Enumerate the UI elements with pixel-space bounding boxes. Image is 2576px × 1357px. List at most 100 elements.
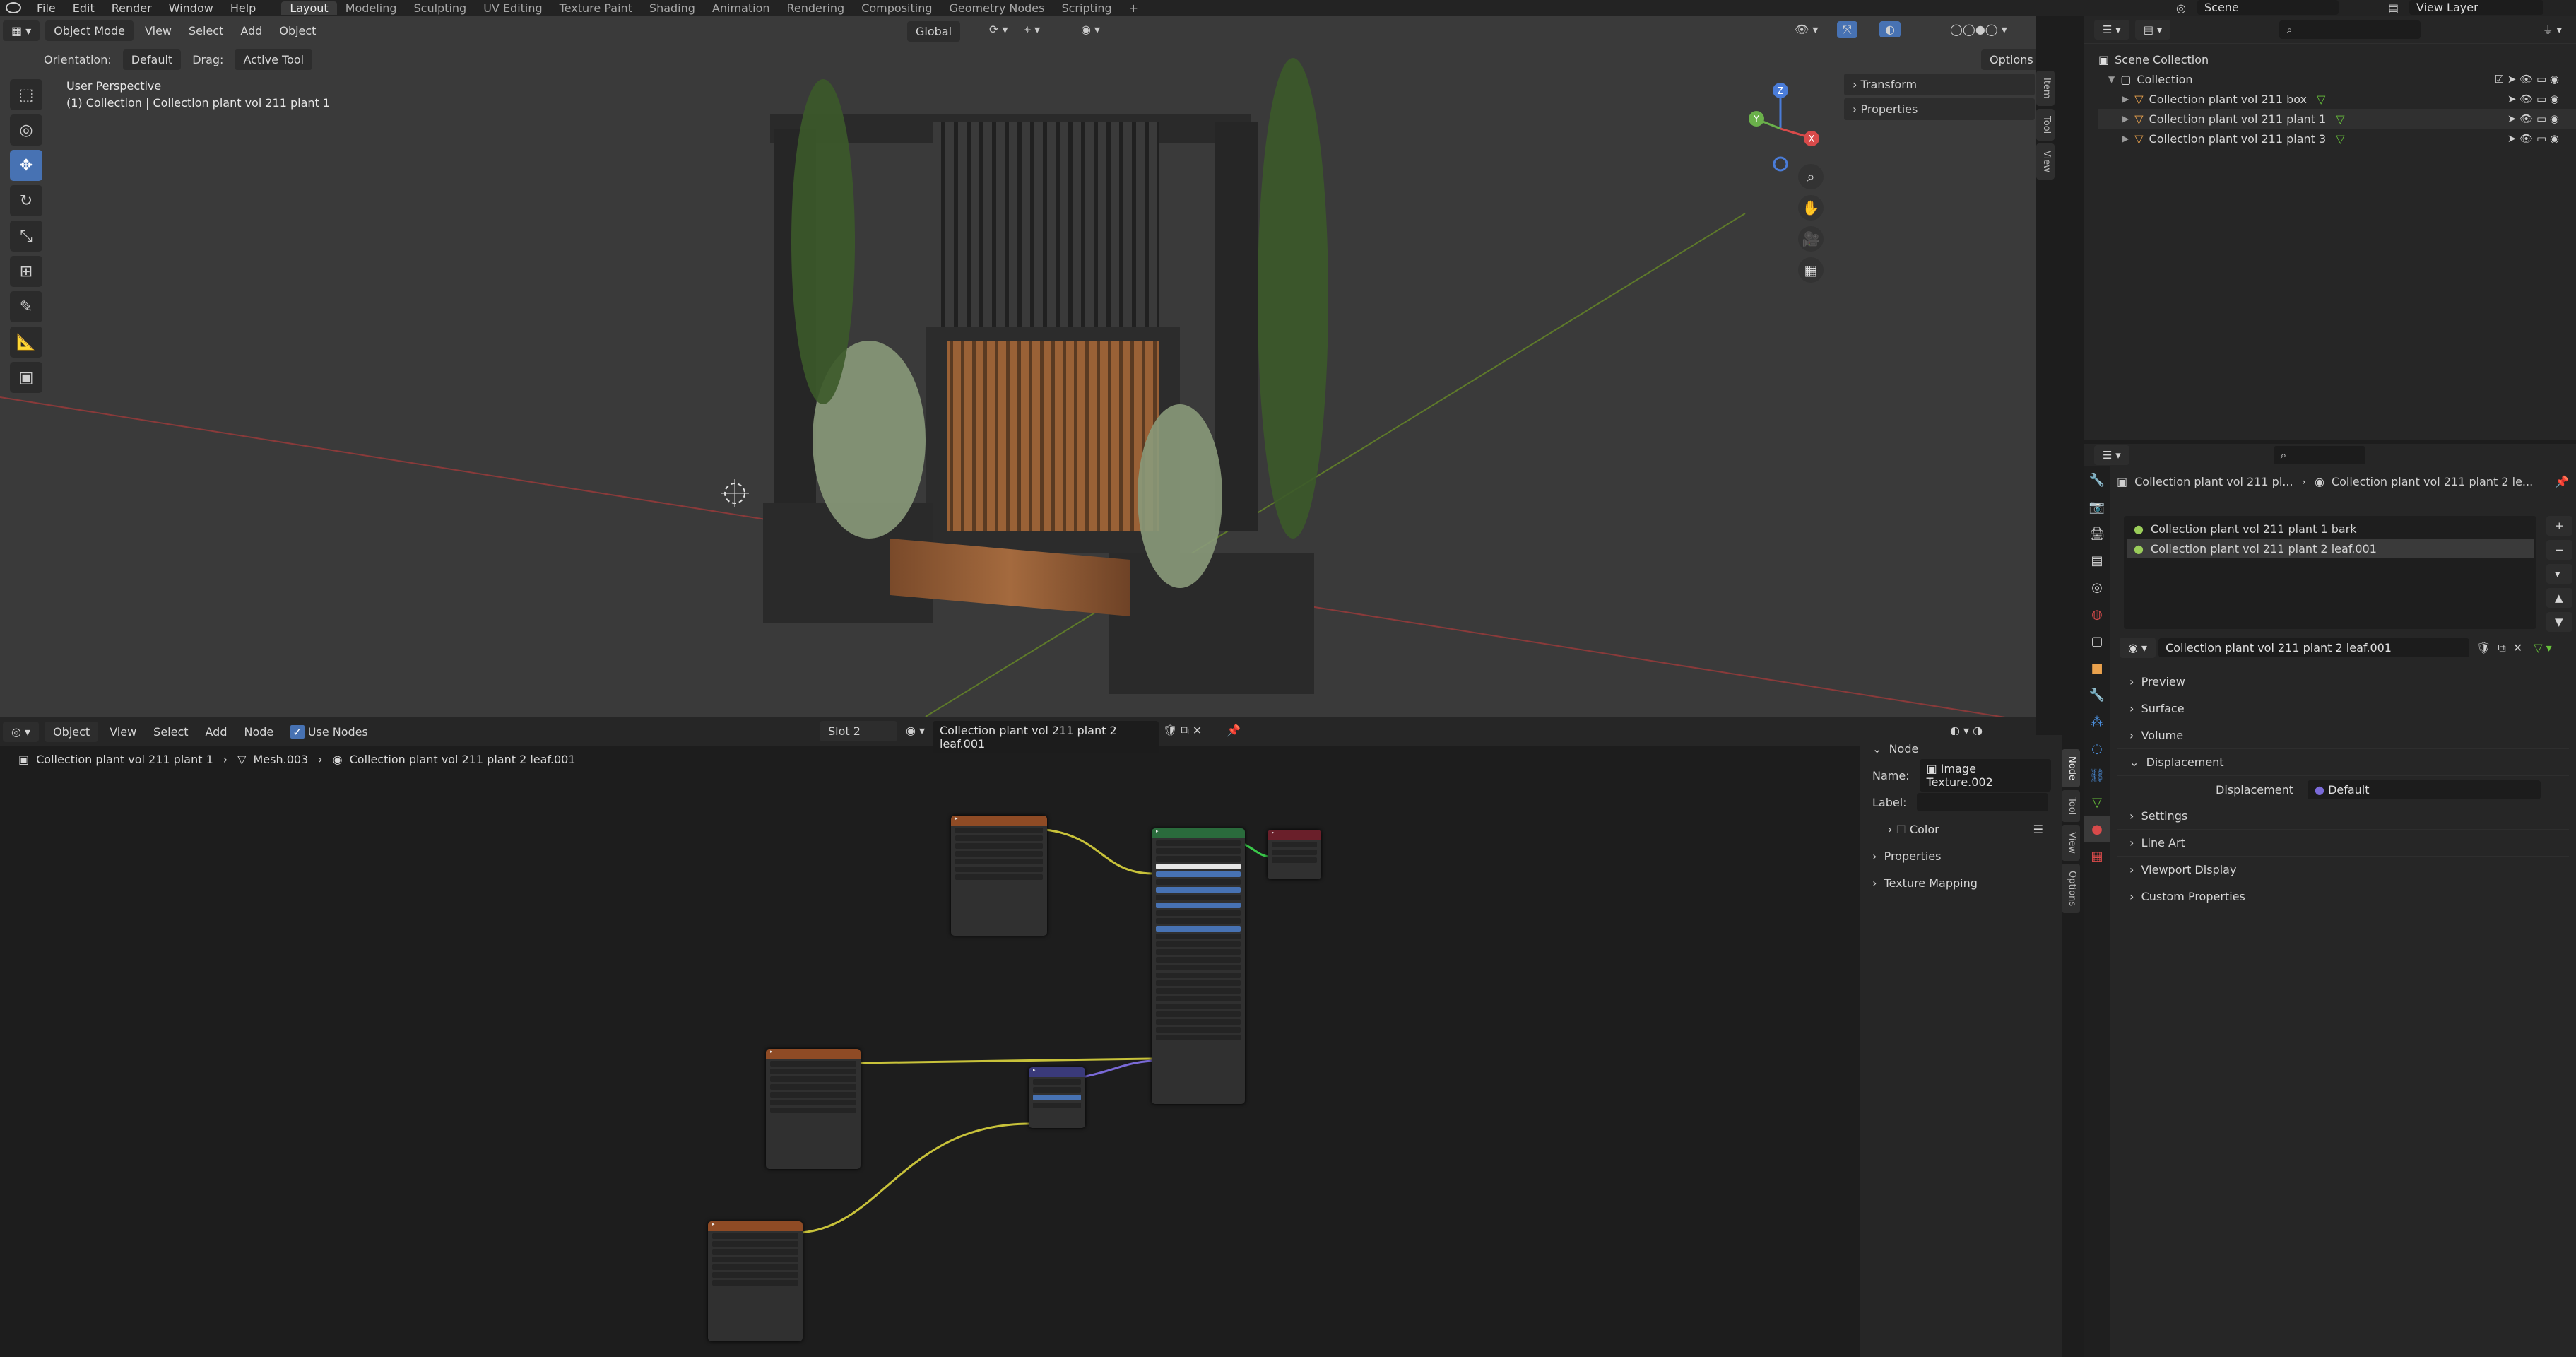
- node-tab-tool[interactable]: Tool: [2062, 789, 2080, 823]
- measure-tool-icon[interactable]: 📐: [10, 327, 42, 358]
- outliner-filter-icon[interactable]: ⏚ ▾: [2543, 22, 2576, 37]
- remove-slot-icon[interactable]: −: [2546, 540, 2572, 560]
- npanel-transform[interactable]: › Transform: [1844, 74, 2035, 95]
- viewport-menu-object[interactable]: Object: [271, 24, 324, 37]
- unlink-material-icon[interactable]: ✕: [2513, 641, 2522, 654]
- section-viewport-display[interactable]: › Viewport Display: [2117, 857, 2569, 883]
- slot-menu-icon[interactable]: ▾: [2546, 564, 2572, 584]
- tab-rendering[interactable]: Rendering: [779, 1, 853, 15]
- transform-orientation-select[interactable]: Global: [907, 21, 961, 42]
- move-down-icon[interactable]: ▼: [2546, 612, 2572, 632]
- node-tab-view[interactable]: View: [2062, 825, 2080, 862]
- color-presets-icon[interactable]: ☰: [2033, 823, 2062, 836]
- rotate-tool-icon[interactable]: ↻: [10, 185, 42, 216]
- gizmo-toggle-icon[interactable]: ⤧: [1837, 21, 1857, 38]
- viewport-menu-add[interactable]: Add: [232, 24, 271, 37]
- node-tab-node[interactable]: Node: [2062, 749, 2080, 787]
- expand-arrow-icon[interactable]: ▶: [2122, 94, 2129, 104]
- image-texture-node-2[interactable]: ▸: [766, 1049, 861, 1169]
- object-visibility-icons[interactable]: ➤ 👁 ▭ ◉: [2507, 93, 2576, 105]
- npanel-tab-view[interactable]: View: [2036, 143, 2055, 180]
- browse-material-icon[interactable]: ◉ ▾: [2120, 638, 2156, 658]
- view-layer-field[interactable]: View Layer: [2409, 0, 2543, 15]
- principled-bsdf-node[interactable]: ▸: [1152, 828, 1245, 1104]
- drag-select[interactable]: Active Tool: [235, 49, 313, 70]
- physics-tab-icon[interactable]: ◌: [2084, 735, 2110, 762]
- menu-help[interactable]: Help: [222, 1, 264, 15]
- outliner-scene-collection[interactable]: ▣ Scene Collection: [2098, 49, 2576, 69]
- tab-uv-editing[interactable]: UV Editing: [475, 1, 550, 15]
- outliner-display-mode-icon[interactable]: ▤ ▾: [2134, 19, 2171, 40]
- outliner-search-input[interactable]: ⌕: [2279, 20, 2421, 39]
- select-box-tool-icon[interactable]: ⬚: [10, 79, 42, 110]
- 3d-viewport[interactable]: ▦ ▾ Object Mode View Select Add Object G…: [0, 16, 2036, 717]
- move-up-icon[interactable]: ▲: [2546, 588, 2572, 608]
- outliner-object-box[interactable]: ▶ ▽ Collection plant vol 211 box ▽ ➤ 👁 ▭ ◉: [2098, 89, 2576, 109]
- pan-hand-icon[interactable]: ✋: [1798, 195, 1824, 221]
- orientation-select[interactable]: Default: [122, 49, 182, 70]
- render-tab-icon[interactable]: 📷: [2084, 493, 2110, 520]
- move-tool-icon[interactable]: ✥: [10, 150, 42, 181]
- material-tab-icon[interactable]: ●: [2084, 816, 2110, 842]
- tab-layout[interactable]: Layout: [281, 1, 337, 15]
- object-tab-icon[interactable]: ■: [2084, 654, 2110, 681]
- material-slot-row[interactable]: ● Collection plant vol 211 plant 1 bark: [2127, 519, 2534, 539]
- tab-modeling[interactable]: Modeling: [337, 1, 406, 15]
- section-displacement[interactable]: ⌄ Displacement: [2117, 749, 2569, 776]
- section-volume[interactable]: › Volume: [2117, 722, 2569, 749]
- npanel-tab-tool[interactable]: Tool: [2036, 108, 2055, 141]
- image-texture-node[interactable]: ▸: [951, 816, 1047, 936]
- tab-geometry-nodes[interactable]: Geometry Nodes: [941, 1, 1053, 15]
- menu-file[interactable]: File: [28, 1, 64, 15]
- data-tab-icon[interactable]: ▽: [2084, 789, 2110, 816]
- node-name-field[interactable]: ▣ Image Texture.002: [1919, 759, 2051, 792]
- tool-tab-icon[interactable]: 🔧: [2084, 466, 2110, 493]
- modifier-tab-icon[interactable]: 🔧: [2084, 681, 2110, 708]
- editor-type-button[interactable]: ▦ ▾: [3, 20, 40, 41]
- camera-icon[interactable]: 🎥: [1798, 226, 1824, 252]
- outliner-object-plant-1[interactable]: ▶ ▽ Collection plant vol 211 plant 1 ▽ ➤ 👁 …: [2098, 109, 2576, 129]
- npanel-properties[interactable]: › Properties: [1844, 98, 2035, 120]
- node-section-header[interactable]: ⌄ Node: [1860, 735, 2062, 762]
- annotate-tool-icon[interactable]: ✎: [10, 291, 42, 322]
- tab-sculpting[interactable]: Sculpting: [405, 1, 475, 15]
- options-button[interactable]: Options: [1981, 49, 2036, 70]
- section-surface[interactable]: › Surface: [2117, 695, 2569, 722]
- npanel-tab-item[interactable]: Item: [2036, 71, 2055, 106]
- duplicate-material-icon[interactable]: ⧉: [2498, 641, 2505, 655]
- properties-editor-type-icon[interactable]: ☰ ▾: [2094, 445, 2129, 465]
- scene-tab-icon[interactable]: ◎: [2084, 574, 2110, 601]
- node-label-field[interactable]: [1916, 793, 2048, 811]
- material-name-field[interactable]: Collection plant vol 211 plant 2 leaf.00…: [2158, 638, 2470, 657]
- material-slot-row[interactable]: ● Collection plant vol 211 plant 2 leaf.0…: [2127, 539, 2534, 558]
- object-visibility-icons[interactable]: ➤ 👁 ▭ ◉: [2507, 132, 2576, 145]
- 3d-cursor-icon[interactable]: [721, 479, 749, 507]
- outliner-editor-type-icon[interactable]: ☰ ▾: [2094, 19, 2129, 40]
- shader-node-editor[interactable]: ◎ ▾ Object View Select Add Node ✓ Use No…: [0, 717, 2036, 1357]
- tab-shading[interactable]: Shading: [641, 1, 704, 15]
- expand-arrow-icon[interactable]: ▶: [2122, 134, 2129, 143]
- navigation-gizmo[interactable]: Z X Y: [1738, 79, 1823, 178]
- add-cube-tool-icon[interactable]: ▣: [10, 362, 42, 393]
- tab-texture-paint[interactable]: Texture Paint: [551, 1, 641, 15]
- section-custom-properties[interactable]: › Custom Properties: [2117, 883, 2569, 910]
- section-preview[interactable]: › Preview: [2117, 669, 2569, 695]
- section-line-art[interactable]: › Line Art: [2117, 830, 2569, 857]
- add-slot-icon[interactable]: +: [2546, 516, 2572, 536]
- snap-icon[interactable]: ⌖ ▾: [1024, 23, 1040, 37]
- expand-arrow-icon[interactable]: ▼: [2108, 74, 2115, 84]
- constraints-tab-icon[interactable]: ⛓: [2084, 762, 2110, 789]
- ortho-grid-icon[interactable]: ▦: [1798, 257, 1824, 283]
- scene-field[interactable]: Scene: [2197, 0, 2339, 15]
- texture-tab-icon[interactable]: ▦: [2084, 842, 2110, 869]
- output-tab-icon[interactable]: 🖨: [2084, 520, 2110, 547]
- viewport-menu-select[interactable]: Select: [180, 24, 232, 37]
- blender-logo-icon[interactable]: [6, 2, 21, 13]
- properties-search-input[interactable]: ⌕: [2273, 446, 2365, 464]
- collection-visibility-icons[interactable]: ☑ ➤ 👁 ▭ ◉: [2495, 73, 2576, 86]
- node-properties-section[interactable]: › Properties: [1860, 842, 2062, 869]
- tab-animation[interactable]: Animation: [704, 1, 779, 15]
- section-settings[interactable]: › Settings: [2117, 803, 2569, 830]
- scale-tool-icon[interactable]: ⤡: [10, 221, 42, 252]
- world-tab-icon[interactable]: ◍: [2084, 601, 2110, 628]
